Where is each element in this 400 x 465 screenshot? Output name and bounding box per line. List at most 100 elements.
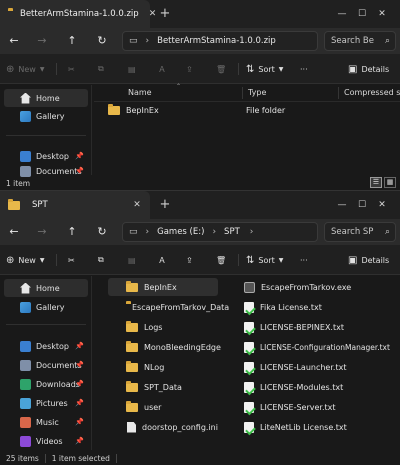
search-input[interactable]: Search SP ⌕ (324, 222, 396, 242)
file-row[interactable]: Logs (108, 318, 228, 336)
file-name: LICENSE-Server.txt (260, 402, 336, 412)
sort-button[interactable]: ⇅ Sort ▼ (246, 252, 283, 268)
navigation-pane: Home Gallery Desktop 📌 Documents 📌 (0, 85, 92, 177)
file-name: LiteNetLib License.txt (260, 422, 347, 432)
new-tab-icon[interactable]: + (157, 197, 173, 213)
file-row[interactable]: BepInEx File folder (104, 101, 394, 119)
view-switcher: ☰ ▦ (368, 177, 396, 188)
back-icon[interactable]: ← (6, 33, 22, 49)
file-row[interactable]: SPT_Data (108, 378, 228, 396)
file-row[interactable]: doorstop_config.ini (108, 418, 228, 436)
sidebar-item-downloads[interactable]: Downloads 📌 (4, 375, 88, 393)
column-name[interactable]: Name (124, 84, 152, 102)
folder-icon (126, 280, 138, 292)
sort-button[interactable]: ⇅ Sort ▼ (246, 61, 283, 77)
more-options-icon[interactable]: ··· (300, 252, 308, 268)
file-row[interactable]: NLog (108, 358, 228, 376)
sidebar-item-gallery[interactable]: Gallery (4, 298, 88, 316)
search-placeholder: Search Be (331, 36, 374, 46)
address-bar[interactable]: ▭ › BetterArmStamina-1.0.0.zip (122, 31, 318, 51)
sort-label: Sort (258, 255, 275, 265)
column-divider[interactable] (338, 87, 339, 99)
search-input[interactable]: Search Be ⌕ (324, 31, 396, 51)
tab-close-icon[interactable]: ✕ (149, 9, 157, 19)
file-row[interactable]: LiteNetLib License.txt (240, 418, 396, 436)
new-button[interactable]: ⊕ New ▼ (6, 61, 44, 77)
sidebar-item-label: Videos (36, 436, 63, 446)
cut-icon[interactable]: ✂ (68, 252, 75, 268)
close-icon[interactable]: ✕ (372, 9, 392, 19)
sidebar-item-music[interactable]: Music 📌 (4, 413, 88, 431)
column-divider[interactable] (242, 87, 243, 99)
status-divider (115, 453, 117, 463)
navigation-bar: ← → ↑ ↻ ▭ › Games (E:) › SPT › Search SP… (0, 219, 400, 245)
tab-close-icon[interactable]: ✕ (130, 200, 144, 210)
details-button[interactable]: ▣ Details (348, 61, 389, 77)
new-tab-icon[interactable]: + (157, 6, 173, 22)
file-row[interactable]: LICENSE-Server.txt (240, 398, 396, 416)
rename-icon[interactable]: Ａ (158, 61, 166, 77)
column-type[interactable]: Type (244, 84, 266, 102)
file-name: user (144, 402, 162, 412)
minimize-icon[interactable]: — (332, 200, 352, 210)
sidebar-item-documents[interactable]: Documents 📌 (4, 356, 88, 374)
delete-icon[interactable]: 🗑 (216, 61, 226, 77)
copy-icon[interactable]: ⧉ (98, 61, 104, 77)
maximize-icon[interactable]: ☐ (352, 9, 372, 19)
cut-icon[interactable]: ✂ (68, 61, 75, 77)
sidebar-item-desktop[interactable]: Desktop 📌 (4, 147, 88, 165)
back-icon[interactable]: ← (6, 224, 22, 240)
breadcrumb-spt[interactable]: SPT (224, 227, 240, 237)
paste-icon[interactable]: ▤ (128, 61, 136, 77)
breadcrumb-drive[interactable]: Games (E:) (157, 227, 204, 237)
refresh-icon[interactable]: ↻ (94, 224, 110, 240)
sidebar-item-home[interactable]: Home (4, 89, 88, 107)
file-row[interactable]: BepInEx (108, 278, 218, 296)
folder-icon (126, 340, 138, 352)
toolbar-divider (238, 63, 239, 75)
sidebar-item-desktop[interactable]: Desktop 📌 (4, 337, 88, 355)
forward-icon[interactable]: → (34, 224, 50, 240)
share-icon[interactable]: ⇪ (186, 252, 193, 268)
file-row[interactable]: EscapeFromTarkov_Data (108, 298, 229, 316)
refresh-icon[interactable]: ↻ (94, 33, 110, 49)
file-row[interactable]: user (108, 398, 228, 416)
more-options-icon[interactable]: ··· (300, 61, 308, 77)
delete-icon[interactable]: 🗑 (216, 252, 226, 268)
file-name: LICENSE-Modules.txt (260, 382, 344, 392)
desktop-icon (20, 150, 31, 162)
file-row[interactable]: LICENSE-BEPINEX.txt (240, 318, 396, 336)
share-icon[interactable]: ⇪ (186, 61, 193, 77)
file-row[interactable]: LICENSE-Modules.txt (240, 378, 396, 396)
minimize-icon[interactable]: — (332, 9, 352, 19)
file-row[interactable]: MonoBleedingEdge (108, 338, 228, 356)
maximize-icon[interactable]: ☐ (352, 200, 372, 210)
sidebar-item-pictures[interactable]: Pictures 📌 (4, 394, 88, 412)
column-compressed-size[interactable]: Compressed size (340, 84, 400, 102)
pin-icon: 📌 (75, 437, 84, 445)
copy-icon[interactable]: ⧉ (98, 252, 104, 268)
up-icon[interactable]: ↑ (64, 33, 80, 49)
paste-icon[interactable]: ▤ (128, 252, 136, 268)
details-button[interactable]: ▣ Details (348, 252, 389, 268)
sidebar-item-videos[interactable]: Videos 📌 (4, 432, 88, 450)
rename-icon[interactable]: Ａ (158, 252, 166, 268)
file-row[interactable]: LICENSE-Launcher.txt (240, 358, 396, 376)
file-row[interactable]: EscapeFromTarkov.exe (240, 278, 396, 296)
file-row[interactable]: Fika License.txt (240, 298, 396, 316)
up-icon[interactable]: ↑ (64, 224, 80, 240)
file-row[interactable]: LICENSE-ConfigurationManager.txt (240, 338, 398, 356)
new-button[interactable]: ⊕ New ▼ (6, 252, 44, 268)
sidebar-item-gallery[interactable]: Gallery (4, 107, 88, 125)
tiles-view-icon[interactable]: ▦ (384, 177, 396, 188)
tab-zip[interactable]: BetterArmStamina-1.0.0.zip ✕ (0, 0, 156, 28)
breadcrumb-zip[interactable]: BetterArmStamina-1.0.0.zip (157, 36, 276, 46)
address-bar[interactable]: ▭ › Games (E:) › SPT › (122, 222, 318, 242)
text-file-icon (244, 421, 254, 433)
close-icon[interactable]: ✕ (372, 200, 392, 210)
tab-title: BetterArmStamina-1.0.0.zip (20, 9, 139, 19)
tab-spt[interactable]: SPT ✕ (0, 191, 150, 219)
details-view-icon[interactable]: ☰ (370, 177, 382, 188)
forward-icon[interactable]: → (34, 33, 50, 49)
sidebar-item-home[interactable]: Home (4, 279, 88, 297)
